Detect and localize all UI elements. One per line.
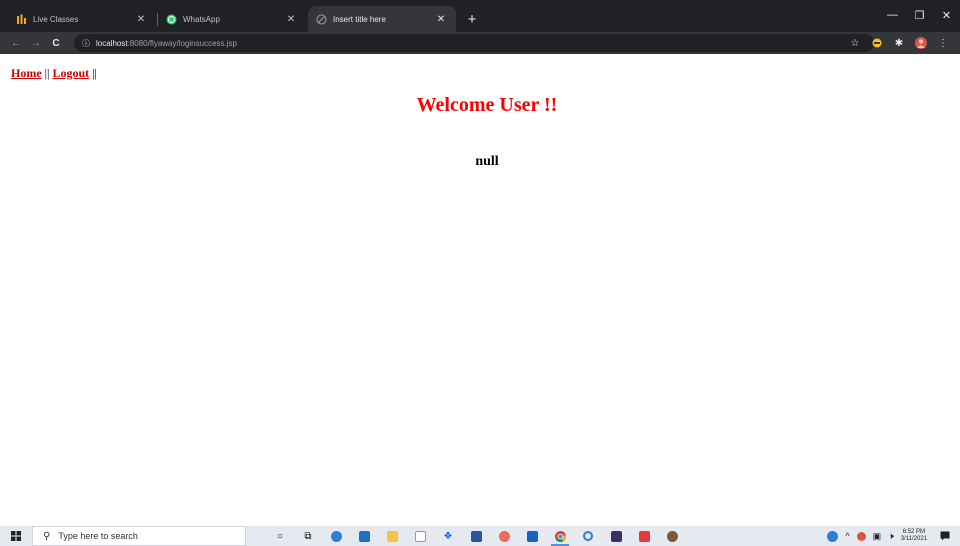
browser-tabstrip: Live Classes ✕ WhatsApp ✕ Insert title h… — [0, 0, 960, 32]
message-text: null — [475, 154, 499, 169]
close-window-icon[interactable]: ✕ — [933, 0, 960, 30]
url-host: localhost — [96, 38, 128, 48]
clock-date: 3/11/2021 — [900, 536, 927, 542]
url-path: :8080/flyaway/loginsuccess.jsp — [127, 38, 237, 48]
address-bar[interactable]: ⓘ localhost:8080/flyaway/loginsuccess.js… — [74, 34, 874, 52]
nav-separator: || — [44, 66, 50, 80]
taskbar-apps: ○ ⧉ ❖ — [266, 526, 686, 546]
bookmark-star-icon[interactable]: ☆ — [846, 35, 864, 51]
task-view-icon[interactable]: ⧉ — [294, 526, 322, 546]
reload-icon[interactable]: C — [48, 38, 64, 49]
tray-app-icon[interactable] — [856, 531, 866, 541]
tab-insert-title[interactable]: Insert title here ✕ — [308, 6, 456, 32]
close-icon[interactable]: ✕ — [134, 14, 148, 25]
notification-icon[interactable] — [937, 531, 953, 541]
profile-avatar-icon[interactable] — [912, 35, 930, 51]
dropbox-icon[interactable]: ❖ — [434, 526, 462, 546]
live-classes-icon — [16, 14, 27, 25]
search-placeholder: Type here to search — [58, 531, 138, 541]
extensions-puzzle-icon[interactable]: ✱ — [890, 35, 908, 51]
info-icon[interactable]: ⓘ — [82, 38, 90, 49]
app-blue-icon[interactable] — [518, 526, 546, 546]
minimize-icon[interactable]: — — [879, 0, 906, 30]
volume-icon[interactable]: 🕨 — [888, 531, 894, 542]
store-icon[interactable] — [350, 526, 378, 546]
forward-arrow-icon[interactable]: → — [28, 38, 44, 49]
tab-title: Insert title here — [333, 14, 386, 24]
cortana-ring-icon[interactable] — [574, 526, 602, 546]
window-controls: — ❐ ✕ — [879, 0, 960, 30]
taskbar-search-input[interactable]: ⚲ Type here to search — [32, 526, 246, 546]
paint-icon[interactable] — [490, 526, 518, 546]
windows-start-icon[interactable] — [0, 526, 32, 546]
back-arrow-icon[interactable]: ← — [8, 38, 24, 49]
home-link[interactable]: Home — [11, 66, 42, 80]
menu-kebab-icon[interactable]: ⋮ — [934, 35, 952, 51]
toolbar-icons: ☆ ✱ ⋮ — [842, 35, 952, 51]
media-icon[interactable] — [602, 526, 630, 546]
welcome-heading: Welcome User !! — [416, 94, 558, 116]
close-icon[interactable]: ✕ — [284, 14, 298, 25]
tab-title: Live Classes — [33, 14, 79, 24]
browser-toolbar: ← → C ⓘ localhost:8080/flyaway/loginsucc… — [0, 32, 960, 54]
word-icon[interactable] — [462, 526, 490, 546]
system-tray: ^ ▣ 🕨 6:52 PM 3/11/2021 — [827, 526, 960, 546]
page-icon — [316, 14, 327, 25]
whatsapp-icon — [166, 14, 177, 25]
cortana-icon[interactable]: ○ — [266, 526, 294, 546]
tab-whatsapp[interactable]: WhatsApp ✕ — [158, 6, 306, 32]
maximize-icon[interactable]: ❐ — [906, 0, 933, 30]
taskbar-clock[interactable]: 6:52 PM 3/11/2021 — [901, 529, 927, 543]
clock-time: 6:52 PM — [902, 529, 926, 535]
close-icon[interactable]: ✕ — [434, 14, 448, 25]
search-icon: ⚲ — [43, 530, 51, 542]
nav-separator: || — [92, 66, 97, 80]
tab-title: WhatsApp — [183, 14, 220, 24]
logout-link[interactable]: Logout — [52, 66, 89, 80]
nav-links: Home || Logout || — [11, 66, 97, 81]
app-icon[interactable] — [406, 526, 434, 546]
new-tab-button[interactable]: + — [460, 6, 484, 32]
extension-icon[interactable] — [868, 35, 886, 51]
page-content: Home || Logout || Welcome User !! null — [0, 54, 960, 526]
help-icon[interactable] — [827, 530, 839, 542]
chevron-up-icon[interactable]: ^ — [845, 531, 849, 541]
app-red-icon[interactable] — [630, 526, 658, 546]
chrome-icon[interactable] — [546, 526, 574, 546]
file-explorer-icon[interactable] — [378, 526, 406, 546]
edge-icon[interactable] — [322, 526, 350, 546]
tab-live-classes[interactable]: Live Classes ✕ — [8, 6, 158, 32]
network-icon[interactable]: ▣ — [873, 531, 882, 542]
app-dark-icon[interactable] — [658, 526, 686, 546]
taskbar: ⚲ Type here to search ○ ⧉ ❖ ^ ▣ 🕨 6:52 P… — [0, 526, 960, 546]
